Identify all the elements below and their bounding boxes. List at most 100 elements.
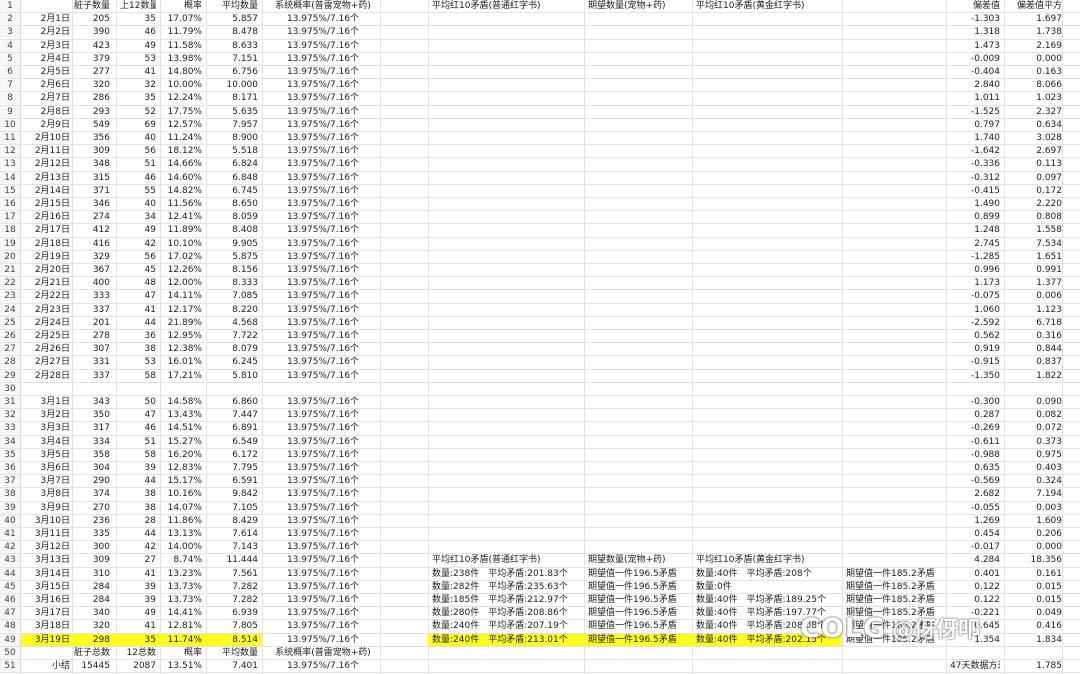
cell-avg[interactable]: 7.795 — [212, 462, 258, 474]
cell-avg[interactable]: 8.478 — [212, 26, 258, 38]
cell-date[interactable]: 3月15日 — [22, 581, 70, 593]
cell-sys[interactable]: 13.975%/7.16个 — [268, 224, 378, 236]
cell-count[interactable]: 205 — [74, 13, 110, 25]
cell-date[interactable]: 2月18日 — [22, 238, 70, 250]
cell-date[interactable]: 3月2日 — [22, 409, 70, 421]
cell-rate[interactable]: 10.10% — [164, 238, 202, 250]
row-number[interactable]: 22 — [0, 277, 21, 290]
cell-dev2[interactable]: 1.822 — [1010, 370, 1062, 382]
cell-dev[interactable]: 2.745 — [950, 238, 1000, 250]
row-number[interactable]: 25 — [0, 316, 21, 329]
cell-dev[interactable]: -1.642 — [950, 145, 1000, 157]
cell-date[interactable]: 3月9日 — [22, 502, 70, 514]
cell-k[interactable]: 期望值一件185.2矛盾 — [846, 620, 946, 632]
cell-dev[interactable]: -0.915 — [950, 356, 1000, 368]
cell-count[interactable]: 350 — [74, 409, 110, 421]
cell-date[interactable]: 2月22日 — [22, 290, 70, 302]
cell-rate[interactable]: 17.07% — [164, 13, 202, 25]
cell-over12[interactable]: 53 — [120, 356, 156, 368]
cell-rate[interactable]: 16.01% — [164, 356, 202, 368]
table-row[interactable]: 19 2月18日 416 42 10.10% 9.905 13.975%/7.16个 2.74… — [0, 237, 1080, 251]
cell-date[interactable]: 2月8日 — [22, 106, 70, 118]
cell-sys[interactable]: 13.975%/7.16个 — [268, 145, 378, 157]
cell-dev[interactable]: 1.490 — [950, 198, 1000, 210]
cell-dev2[interactable]: 0.015 — [1010, 594, 1062, 606]
cell-dev[interactable]: -0.312 — [950, 172, 1000, 184]
row-number[interactable]: 48 — [0, 620, 21, 633]
cell-sys[interactable]: 13.975%/7.16个 — [268, 541, 378, 553]
cell-date[interactable]: 2月5日 — [22, 66, 70, 78]
cell-avg[interactable]: 6.756 — [212, 66, 258, 78]
cell-date[interactable]: 2月13日 — [22, 172, 70, 184]
cell-over12[interactable]: 40 — [120, 132, 156, 144]
cell-count[interactable]: 337 — [74, 370, 110, 382]
table-row[interactable]: 11 2月10日 356 40 11.24% 8.900 13.975%/7.16个 1.74… — [0, 132, 1080, 146]
cell-count[interactable]: 337 — [74, 304, 110, 316]
cell-k[interactable]: 期望值一件185.2矛盾 — [846, 634, 946, 646]
cell-dev2[interactable]: 0.808 — [1010, 211, 1062, 223]
cell-date[interactable]: 2月7日 — [22, 92, 70, 104]
cell-avg[interactable]: 8.059 — [212, 211, 258, 223]
row-number[interactable]: 46 — [0, 594, 21, 606]
cell-sys[interactable]: 13.975%/7.16个 — [268, 356, 378, 368]
cell-over12[interactable]: 39 — [120, 581, 156, 593]
cell-count[interactable]: 356 — [74, 132, 110, 144]
row-number[interactable]: 27 — [0, 343, 21, 356]
table-row[interactable]: 4 2月3日 423 49 11.58% 8.633 13.975%/7.16个 1.473 2… — [0, 39, 1080, 53]
cell-dev2[interactable]: 0.975 — [1010, 449, 1062, 461]
cell-i[interactable]: 期望值一件196.5矛盾 — [588, 568, 688, 580]
cell-count[interactable]: 298 — [74, 634, 110, 646]
row-number[interactable]: 35 — [0, 448, 21, 461]
cell-avg[interactable]: 7.805 — [212, 620, 258, 632]
cell-rate[interactable]: 12.26% — [164, 264, 202, 276]
cell-dev2[interactable]: 0.003 — [1010, 502, 1062, 514]
cell-dev[interactable]: 1.318 — [950, 26, 1000, 38]
cell-over12[interactable]: 2087 — [120, 660, 156, 672]
cell-dev2[interactable]: 1.558 — [1010, 224, 1062, 236]
cell-rate[interactable]: 14.58% — [164, 396, 202, 408]
cell-dev2[interactable]: 0.006 — [1010, 290, 1062, 302]
cell-sys[interactable]: 13.975%/7.16个 — [268, 330, 378, 342]
cell-avg[interactable]: 5.875 — [212, 251, 258, 263]
cell-h[interactable]: 数量:240件 平均矛盾:207.19个 — [432, 620, 582, 632]
cell-count[interactable]: 270 — [74, 502, 110, 514]
cell-date[interactable]: 2月11日 — [22, 145, 70, 157]
row-number[interactable]: 50 — [0, 646, 21, 659]
cell-over12[interactable]: 28 — [120, 515, 156, 527]
cell-h[interactable]: 数量:185件 平均矛盾:212.97个 — [432, 594, 582, 606]
cell-rate[interactable]: 18.12% — [164, 145, 202, 157]
row-number[interactable]: 33 — [0, 422, 21, 435]
cell-sys[interactable]: 13.975%/7.16个 — [268, 66, 378, 78]
cell-date[interactable]: 3月17日 — [22, 607, 70, 619]
cell-rate[interactable]: 14.41% — [164, 607, 202, 619]
cell-sys[interactable]: 13.975%/7.16个 — [268, 251, 378, 263]
cell-count[interactable]: 333 — [74, 290, 110, 302]
cell-over12[interactable]: 51 — [120, 436, 156, 448]
cell-sys[interactable]: 13.975%/7.16个 — [268, 515, 378, 527]
cell-over12[interactable]: 47 — [120, 409, 156, 421]
cell-dev2[interactable]: 0.097 — [1010, 172, 1062, 184]
cell-avg[interactable]: 7.105 — [212, 502, 258, 514]
cell-sys[interactable]: 13.975%/7.16个 — [268, 40, 378, 52]
row-number[interactable]: 3 — [0, 26, 21, 39]
cell-count[interactable]: 300 — [74, 541, 110, 553]
cell-sys[interactable]: 13.975%/7.16个 — [268, 304, 378, 316]
row-number[interactable]: 16 — [0, 198, 21, 210]
cell-over12[interactable]: 41 — [120, 620, 156, 632]
cell-dev2[interactable]: 0.172 — [1010, 185, 1062, 197]
row-number[interactable]: 39 — [0, 501, 21, 514]
cell-sys[interactable]: 13.975%/7.16个 — [268, 634, 378, 646]
cell-dev[interactable]: 2.682 — [950, 488, 1000, 500]
cell-sys[interactable]: 13.975%/7.16个 — [268, 607, 378, 619]
cell-rate[interactable]: 概率 — [164, 647, 202, 659]
cell-avg[interactable]: 平均数量 — [212, 647, 258, 659]
cell-over12[interactable]: 56 — [120, 145, 156, 157]
cell-dev[interactable]: -1.303 — [950, 13, 1000, 25]
table-row[interactable]: 24 2月23日 337 41 12.17% 8.220 13.975%/7.16个 1.06… — [0, 303, 1080, 317]
cell-k[interactable]: 期望值一件185.2矛盾 — [846, 568, 946, 580]
row-number[interactable]: 28 — [0, 356, 21, 369]
cell-count[interactable]: 脏子数量 — [74, 0, 110, 12]
cell-sys[interactable]: 系统概率(普雷宠物+药) — [268, 647, 378, 659]
table-row[interactable]: 29 2月28日 337 58 17.21% 5.810 13.975%/7.16个 -1.3… — [0, 369, 1080, 383]
cell-date[interactable]: 3月3日 — [22, 422, 70, 434]
